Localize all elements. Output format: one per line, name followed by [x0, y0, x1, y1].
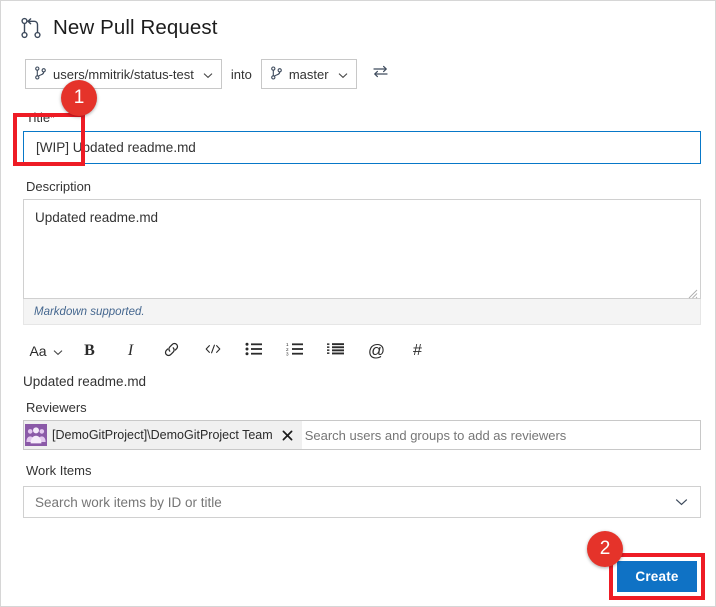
- hashtag-button[interactable]: #: [397, 336, 438, 366]
- swap-arrows-icon: [372, 64, 389, 84]
- target-branch-label: master: [288, 66, 329, 82]
- page-title: New Pull Request: [53, 16, 218, 39]
- bold-button[interactable]: B: [69, 336, 110, 366]
- bulleted-list-button[interactable]: [233, 336, 274, 366]
- reviewers-placeholder: Search users and groups to add as review…: [304, 427, 567, 443]
- work-items-placeholder: Search work items by ID or title: [35, 494, 222, 510]
- link-icon: [163, 341, 180, 362]
- code-icon: [204, 342, 222, 360]
- reviewer-name: [DemoGitProject]\DemoGitProject Team: [52, 428, 273, 442]
- target-branch-dropdown[interactable]: master: [260, 59, 357, 89]
- team-group-icon: [24, 424, 47, 446]
- resize-grip-icon[interactable]: [688, 286, 698, 299]
- description-field-label: Description: [26, 179, 92, 194]
- chevron-down-icon[interactable]: [675, 493, 688, 511]
- bulleted-list-icon: [245, 342, 262, 360]
- title-label-text: Title: [26, 110, 51, 125]
- source-branch-label: users/mmitrik/status-test: [53, 66, 194, 82]
- branch-icon: [270, 65, 282, 83]
- chevron-down-icon: [51, 343, 63, 360]
- mention-icon: @: [367, 341, 386, 360]
- description-value: Updated readme.md: [35, 210, 159, 225]
- chevron-down-icon: [201, 67, 213, 82]
- title-field-label: Title*: [26, 110, 55, 125]
- title-input[interactable]: [23, 131, 701, 164]
- markdown-note-text: Markdown supported.: [34, 305, 145, 318]
- reviewers-input[interactable]: [DemoGitProject]\DemoGitProject Team Sea…: [23, 420, 701, 450]
- description-textarea[interactable]: Updated readme.md: [23, 199, 701, 299]
- pull-request-icon: [20, 16, 42, 40]
- indent-list-button[interactable]: [315, 336, 356, 366]
- mention-button[interactable]: @: [356, 336, 397, 366]
- indent-list-icon: [327, 342, 344, 360]
- required-marker: *: [50, 111, 55, 125]
- work-items-input[interactable]: Search work items by ID or title: [23, 486, 701, 518]
- code-button[interactable]: [192, 336, 233, 366]
- reviewers-field-label: Reviewers: [26, 400, 87, 415]
- hashtag-icon: #: [413, 342, 422, 359]
- close-x-icon[interactable]: [278, 423, 298, 447]
- description-preview-text: Updated readme.md: [23, 374, 147, 389]
- markdown-toolbar: Aa B I 1 2 3 @ #: [23, 335, 438, 367]
- create-button[interactable]: Create: [617, 561, 697, 592]
- branch-icon: [35, 65, 46, 83]
- into-label: into: [230, 66, 252, 82]
- font-size-button[interactable]: Aa: [23, 336, 69, 366]
- markdown-supported-note: Markdown supported.: [23, 299, 701, 325]
- link-button[interactable]: [151, 336, 192, 366]
- numbered-list-button[interactable]: 1 2 3: [274, 336, 315, 366]
- svg-text:3: 3: [286, 351, 289, 356]
- chevron-down-icon: [336, 67, 348, 82]
- new-pull-request-page: New Pull Request users/mmitrik/status-te…: [0, 0, 716, 607]
- reviewer-chip[interactable]: [DemoGitProject]\DemoGitProject Team: [24, 421, 302, 449]
- source-branch-dropdown[interactable]: users/mmitrik/status-test: [25, 59, 222, 89]
- page-header: New Pull Request: [20, 16, 218, 40]
- italic-button[interactable]: I: [110, 336, 151, 366]
- italic-icon: I: [127, 342, 134, 359]
- work-items-field-label: Work Items: [26, 463, 92, 478]
- branch-selection-row: users/mmitrik/status-test into master: [25, 59, 392, 89]
- font-size-icon: Aa: [29, 343, 47, 359]
- numbered-list-icon: 1 2 3: [286, 342, 303, 360]
- swap-branches-button[interactable]: [370, 63, 392, 85]
- bold-icon: B: [84, 342, 95, 359]
